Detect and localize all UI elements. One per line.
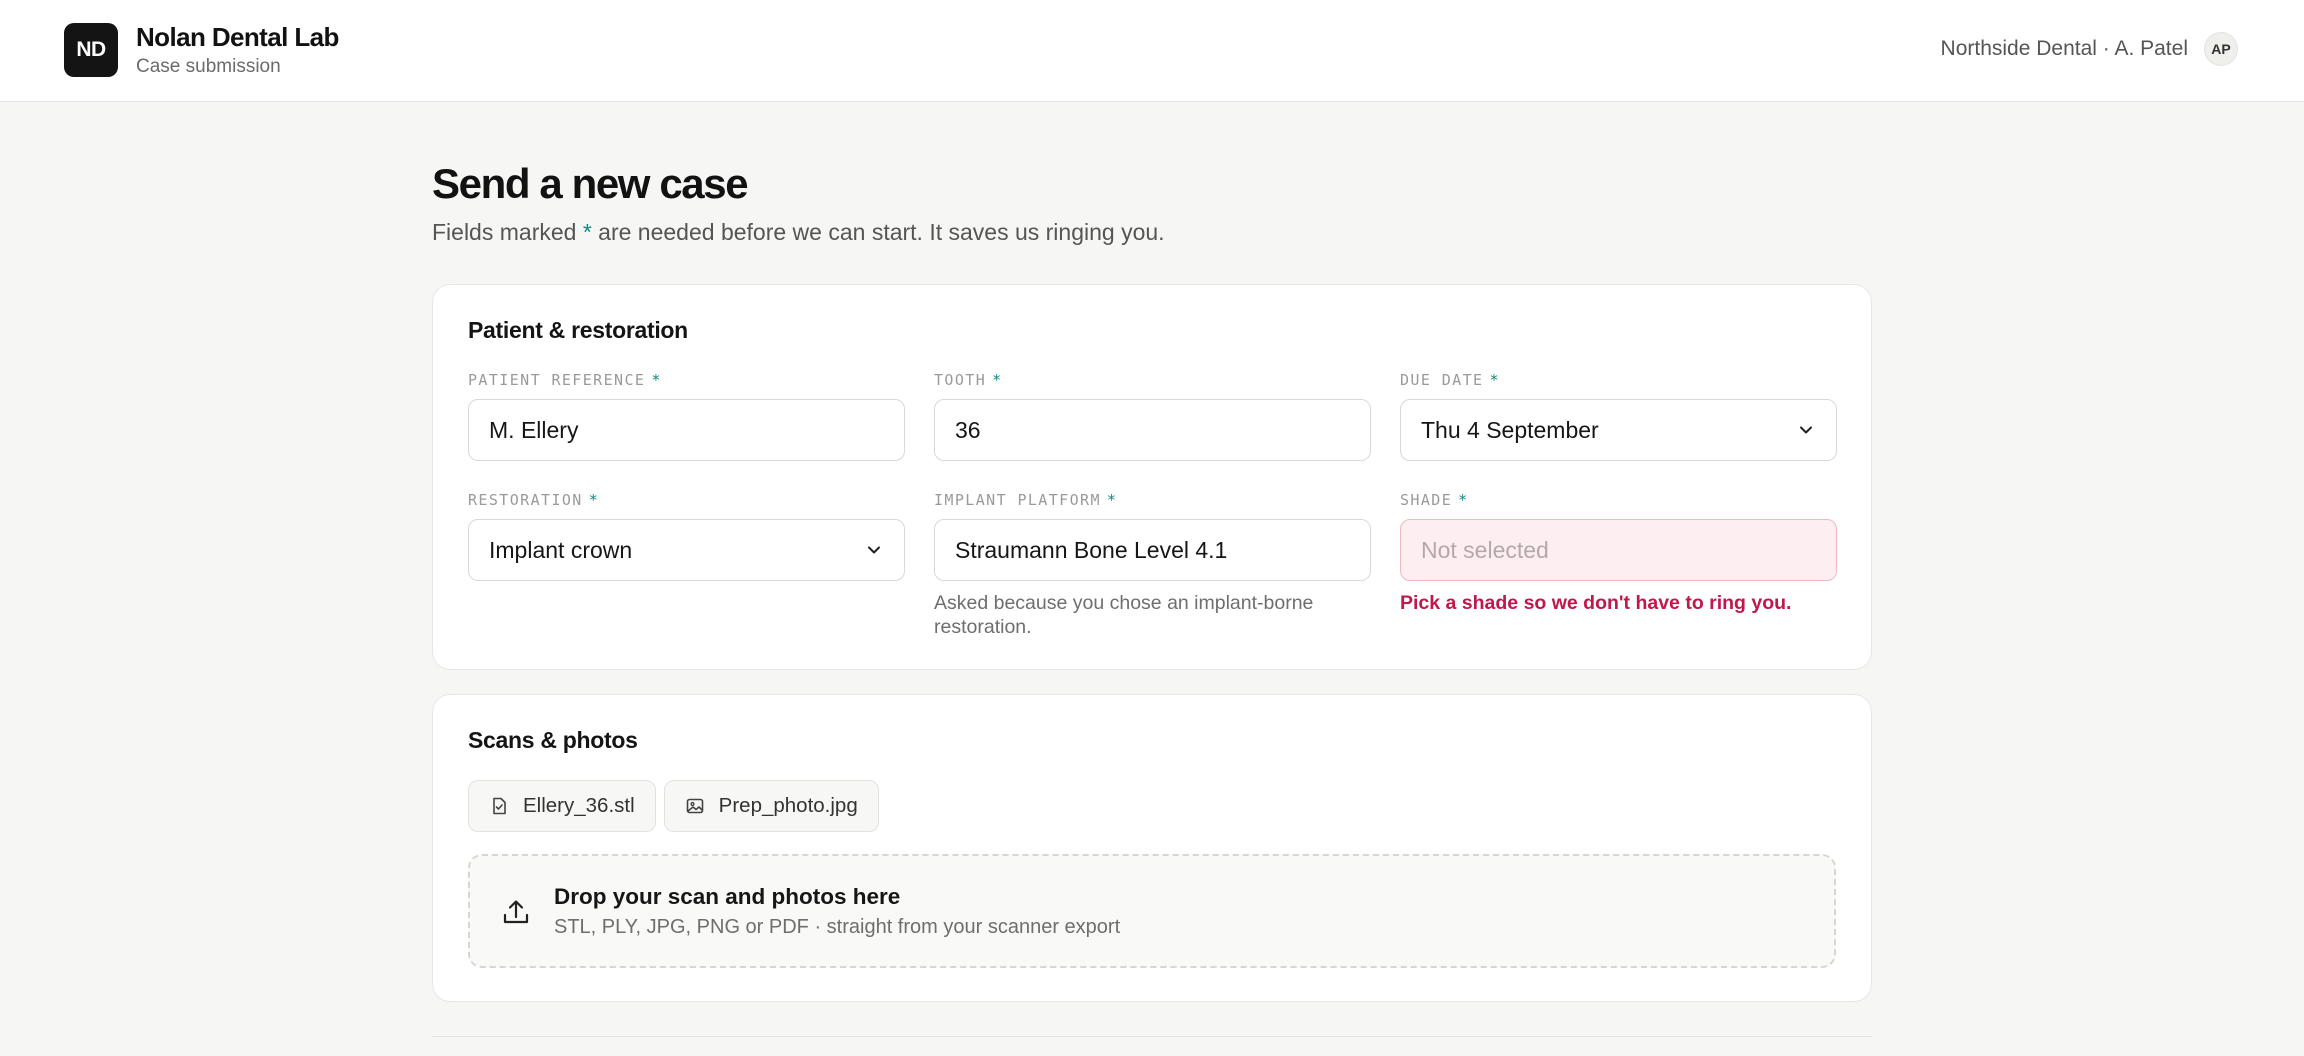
restoration-select[interactable]: Implant crown (468, 519, 905, 581)
dropzone-subtitle: STL, PLY, JPG, PNG or PDF · straight fro… (554, 916, 1121, 938)
chevron-down-icon (1800, 426, 1812, 434)
page-subtitle: Fields marked * are needed before we can… (432, 219, 1165, 246)
due-date-value: Thu 4 September (1421, 416, 1599, 443)
field-shade: Shade * Not selected Pick a shade so we d… (1400, 489, 1837, 615)
account-menu[interactable]: Northside Dental · A. Patel AP (1941, 32, 2238, 66)
card-title-patient: Patient & restoration (468, 317, 688, 343)
top-bar: ND Nolan Dental Lab Case submission Nort… (0, 0, 2304, 102)
brand-name: Nolan Dental Lab (136, 22, 339, 52)
scans-photos-card: Scans & photos Ellery_36.stl Prep_photo.… (432, 694, 1872, 1002)
due-date-select[interactable]: Thu 4 September (1400, 399, 1837, 461)
shade-placeholder: Not selected (1421, 536, 1549, 563)
shade-input[interactable]: Not selected (1400, 519, 1837, 581)
file-chip-stl[interactable]: Ellery_36.stl (468, 780, 656, 832)
implant-platform-label: Implant platform * (934, 491, 1118, 509)
lab-logo: ND (64, 23, 118, 77)
restoration-label: Restoration * (468, 491, 600, 509)
patient-reference-value: M. Ellery (489, 416, 579, 443)
brand-subtitle: Case submission (136, 56, 281, 77)
restoration-value: Implant crown (489, 536, 633, 563)
file-name: Prep_photo.jpg (718, 794, 858, 817)
logo-initials: ND (76, 38, 106, 61)
due-date-label: Due date * (1400, 371, 1500, 389)
page-subtitle-after: are needed before we can start. It saves… (591, 219, 1165, 245)
patient-reference-input[interactable]: M. Ellery (468, 399, 905, 461)
field-restoration: Restoration * Implant crown (468, 489, 905, 581)
implant-platform-input[interactable]: Straumann Bone Level 4.1 (934, 519, 1371, 581)
avatar[interactable]: AP (2204, 32, 2238, 66)
upload-icon (503, 900, 529, 924)
account-name: Northside Dental · A. Patel (1940, 37, 2188, 60)
tooth-label: Tooth * (934, 371, 1003, 389)
dropzone-title: Drop your scan and photos here (554, 884, 901, 909)
shade-error-message: Pick a shade so we don't have to ring yo… (1400, 592, 1792, 614)
file-list: Ellery_36.stl Prep_photo.jpg (468, 780, 879, 832)
file-chip-photo[interactable]: Prep_photo.jpg (663, 780, 879, 832)
implant-platform-value: Straumann Bone Level 4.1 (955, 536, 1228, 563)
card-title-scans: Scans & photos (468, 727, 638, 753)
field-tooth: Tooth * 36 (934, 369, 1371, 461)
implant-platform-hint: Asked because you chose an implant-borne… (934, 592, 1314, 638)
tooth-value: 36 (955, 416, 981, 443)
field-implant-platform: Implant platform * Straumann Bone Level 4… (934, 489, 1371, 639)
page-title: Send a new case (432, 160, 749, 207)
required-star: * (582, 219, 592, 245)
shade-label: Shade * (1400, 491, 1469, 509)
file-name: Ellery_36.stl (523, 794, 635, 817)
chevron-down-icon (868, 546, 880, 554)
patient-reference-label: Patient reference * (468, 371, 662, 389)
field-due-date: Due date * Thu 4 September (1400, 369, 1837, 461)
image-icon (686, 798, 703, 814)
section-divider (432, 1036, 1872, 1037)
page-subtitle-before: Fields marked (432, 219, 583, 245)
tooth-input[interactable]: 36 (934, 399, 1371, 461)
upload-dropzone[interactable]: Drop your scan and photos here STL, PLY,… (468, 854, 1836, 968)
patient-restoration-card: Patient & restoration Patient reference *… (432, 284, 1872, 670)
field-patient-reference: Patient reference * M. Ellery (468, 369, 905, 461)
file-check-icon (493, 797, 506, 815)
